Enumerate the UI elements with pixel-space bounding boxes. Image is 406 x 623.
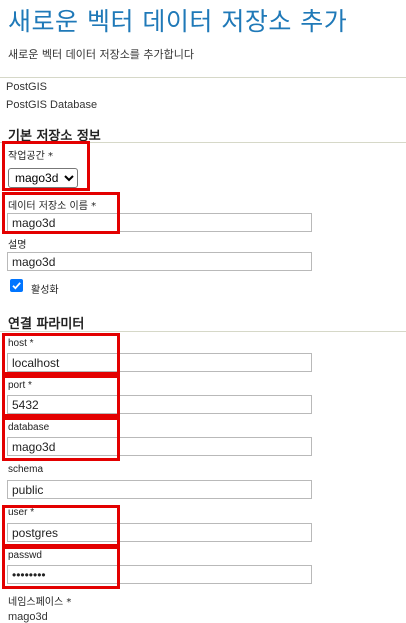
store-name-input[interactable] bbox=[7, 213, 312, 232]
host-input[interactable] bbox=[7, 353, 312, 372]
host-label: host * bbox=[8, 338, 34, 349]
port-label: port * bbox=[8, 380, 32, 391]
checkmark-icon bbox=[12, 282, 21, 290]
description-label: 설명 bbox=[8, 240, 27, 251]
connection-section-title: 연결 파라미터 bbox=[8, 317, 85, 332]
connection-divider bbox=[0, 331, 406, 332]
store-type: PostGIS bbox=[6, 81, 47, 93]
database-label: database bbox=[8, 422, 50, 433]
header-divider bbox=[0, 77, 406, 78]
user-input[interactable] bbox=[7, 523, 312, 542]
schema-input[interactable] bbox=[7, 480, 312, 499]
enabled-label: 활성화 bbox=[31, 285, 59, 296]
namespace-label: 네임스페이스 * bbox=[8, 597, 72, 608]
workspace-label: 작업공간 * bbox=[8, 151, 53, 162]
port-input[interactable] bbox=[7, 395, 312, 414]
store-type-description: PostGIS Database bbox=[6, 99, 98, 111]
passwd-label: passwd bbox=[8, 550, 42, 561]
workspace-select[interactable]: mago3d bbox=[8, 168, 78, 188]
store-name-label: 데이터 저장소 이름 * bbox=[8, 201, 97, 212]
page-title: 새로운 벡터 데이터 저장소 추가 bbox=[8, 7, 348, 36]
basic-info-divider bbox=[0, 142, 406, 143]
enabled-checkbox[interactable] bbox=[10, 279, 23, 292]
namespace-value: mago3d bbox=[8, 611, 48, 623]
database-input[interactable] bbox=[7, 437, 312, 456]
schema-label: schema bbox=[8, 464, 44, 475]
page-subtitle: 새로운 벡터 데이터 저장소를 추가합니다 bbox=[8, 48, 195, 61]
description-input[interactable] bbox=[7, 252, 312, 271]
passwd-input[interactable] bbox=[7, 565, 312, 584]
user-label: user * bbox=[8, 507, 35, 518]
